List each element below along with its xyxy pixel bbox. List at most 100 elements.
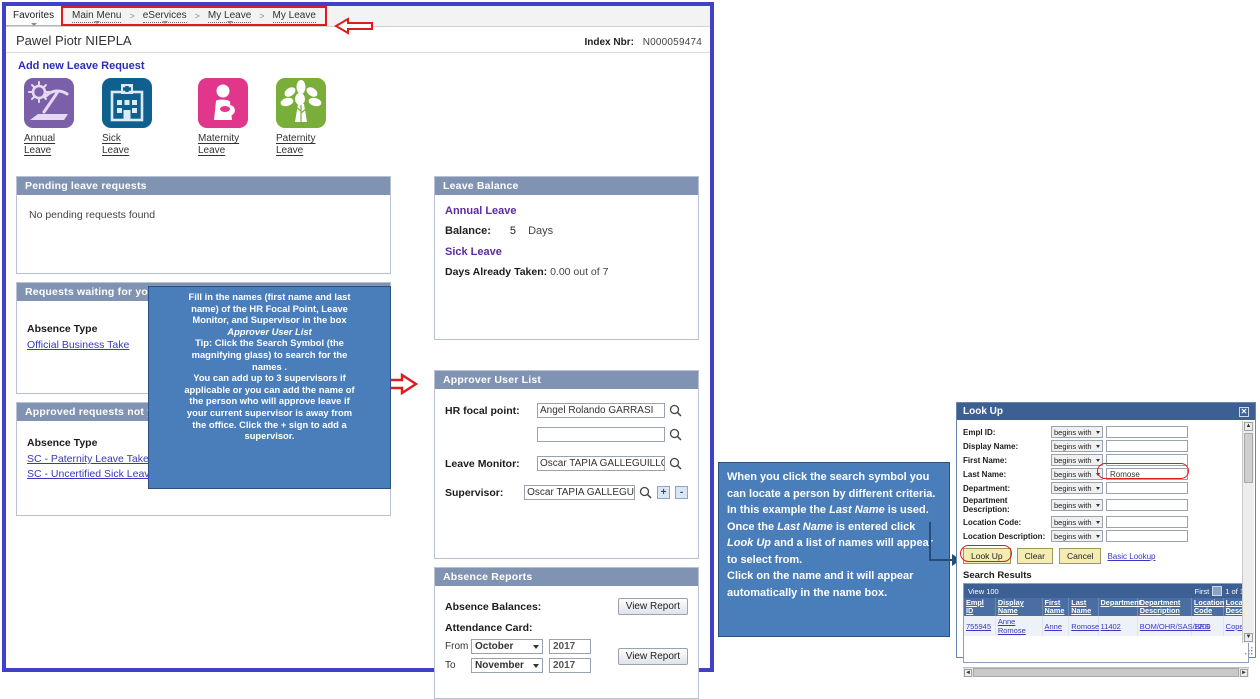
operator-select[interactable]: begins with [1051, 516, 1103, 528]
field-input[interactable] [1106, 482, 1188, 494]
scroll-left-icon[interactable]: ◄ [964, 668, 972, 677]
breadcrumb-item-my-leave-current[interactable]: My Leave [270, 10, 319, 23]
favorites-label: Favorites [13, 9, 55, 21]
first-name-link[interactable]: Anne [1045, 622, 1063, 631]
chevron-down-icon [93, 20, 100, 24]
view-report-attendance-button[interactable]: View Report [617, 647, 688, 665]
days-taken-label: Days Already Taken: [445, 266, 548, 278]
supervisor-input[interactable]: Oscar TAPIA GALLEGUILL [524, 485, 635, 500]
empl-id-link[interactable]: 755945 [966, 622, 991, 631]
field-input[interactable] [1106, 530, 1188, 542]
add-new-leave-request-title: Add new Leave Request [18, 60, 145, 72]
tile-paternity-leave[interactable]: Paternity Leave [276, 78, 354, 157]
field-input[interactable] [1106, 516, 1188, 528]
col-first-name[interactable]: First Name [1042, 598, 1070, 616]
cell-last-name[interactable]: Romose [1068, 616, 1099, 636]
callout-line-emphasis: Approver User List [227, 325, 312, 337]
tile-sick-leave[interactable]: Sick Leave [102, 78, 180, 157]
location-description-link[interactable]: Cope [1226, 622, 1244, 631]
callout-paragraph-2: Click on the name and it will appear aut… [727, 570, 914, 599]
cell-department-description[interactable]: BOM/OHR/SAS/BES [1137, 616, 1210, 636]
view-report-balances-button[interactable]: View Report [617, 598, 688, 615]
scroll-up-icon[interactable]: ▲ [1244, 422, 1253, 431]
resize-grip-icon[interactable] [1245, 647, 1254, 656]
tile-annual-leave[interactable]: Annual Leave [24, 78, 102, 157]
attendance-card-label: Attendance Card: [445, 622, 533, 634]
close-icon[interactable]: ✕ [1239, 406, 1249, 417]
cancel-button[interactable]: Cancel [1058, 548, 1102, 564]
col-location-code[interactable]: Location Code [1191, 598, 1224, 616]
callout-line: the person who will approve leave if [189, 395, 350, 407]
chevron-down-icon [1096, 458, 1100, 462]
remove-supervisor-button[interactable]: - [675, 486, 688, 499]
horizontal-scrollbar[interactable]: ◄ ► [963, 667, 1249, 677]
callout-line: applicable or you can add the name of [184, 383, 355, 395]
vscroll-thumb[interactable] [1244, 433, 1253, 483]
cell-department[interactable]: 11402 [1098, 616, 1138, 636]
breadcrumb-item-main-menu[interactable]: Main Menu [69, 10, 124, 24]
vertical-scrollbar[interactable]: ▲ ▼ [1242, 421, 1254, 643]
cell-location-code[interactable]: 1200 [1191, 616, 1224, 636]
secondary-input[interactable] [537, 427, 665, 442]
basic-lookup-link[interactable]: Basic Lookup [1107, 552, 1155, 561]
cell-first-name[interactable]: Anne [1042, 616, 1070, 636]
scroll-down-icon[interactable]: ▼ [1244, 633, 1253, 642]
chevron-down-icon [1096, 520, 1100, 524]
callout-line: the office. Click the + sign to add a [192, 418, 347, 430]
operator-select[interactable]: begins with [1051, 530, 1103, 542]
operator-select[interactable]: begins with [1051, 440, 1103, 452]
hscroll-thumb[interactable] [973, 668, 1239, 677]
display-name-link[interactable]: Anne Romose [998, 617, 1026, 635]
magnifier-icon[interactable] [669, 457, 682, 470]
callout-text-emphasis: Look Up [727, 537, 771, 549]
magnifier-icon[interactable] [639, 486, 652, 499]
add-supervisor-button[interactable]: + [657, 486, 670, 499]
tile-label-line2: Leave [24, 145, 52, 156]
leave-monitor-input[interactable]: Oscar TAPIA GALLEGUILLOS [537, 456, 665, 471]
field-input[interactable] [1106, 426, 1188, 438]
from-month-select[interactable]: October [471, 639, 543, 654]
col-display-name[interactable]: Display Name [995, 598, 1043, 616]
location-code-link[interactable]: 1200 [1194, 622, 1211, 631]
breadcrumb-item-eservices[interactable]: eServices [140, 10, 190, 24]
prev-page-icon[interactable] [1212, 586, 1223, 596]
operator-select[interactable]: begins with [1051, 482, 1103, 494]
col-department-description[interactable]: Department Description [1137, 598, 1192, 616]
scroll-right-icon[interactable]: ► [1240, 668, 1248, 677]
to-month-select[interactable]: November [471, 658, 543, 673]
table-row[interactable]: 755945 Anne Romose Anne Romose 11402 BOM… [964, 616, 1249, 636]
operator-select[interactable]: begins with [1051, 499, 1103, 511]
tile-maternity-leave[interactable]: Maternity Leave [198, 78, 276, 157]
chevron-down-icon [226, 20, 233, 24]
col-department[interactable]: Department [1098, 598, 1141, 616]
from-year-input[interactable]: 2017 [549, 639, 591, 654]
field-input[interactable] [1106, 499, 1188, 511]
attendance-to-row: To November 2017 [445, 658, 618, 673]
favorites-menu[interactable]: Favorites [6, 6, 63, 26]
callout-text: is entered click [832, 520, 916, 533]
callout-line: Tip: Click the Search Symbol (the [195, 337, 344, 349]
approver-user-list-panel: Approver User List HR focal point: Angel… [434, 370, 699, 559]
cell-display-name[interactable]: Anne Romose [995, 616, 1043, 636]
breadcrumb-item-my-leave[interactable]: My Leave [205, 10, 254, 24]
last-name-highlight [1097, 463, 1189, 479]
callout-line: name) of the HR Focal Point, Leave [191, 302, 348, 314]
to-year-input[interactable]: 2017 [549, 658, 591, 673]
chevron-down-icon [1096, 430, 1100, 434]
field-input[interactable] [1106, 440, 1188, 452]
col-empl-id[interactable]: Empl ID [964, 598, 996, 616]
clear-button[interactable]: Clear [1016, 548, 1053, 564]
operator-select[interactable]: begins with [1051, 426, 1103, 438]
index-value: N000059474 [642, 37, 702, 48]
search-results-container: View 100 First 1 of 1 Empl ID Display Na… [963, 583, 1249, 663]
magnifier-icon[interactable] [669, 428, 682, 441]
operator-select[interactable]: begins with [1051, 454, 1103, 466]
department-link[interactable]: 11402 [1101, 622, 1121, 631]
balance-label: Balance: [445, 225, 491, 237]
last-name-link[interactable]: Romose [1071, 622, 1099, 631]
operator-select[interactable]: begins with [1051, 468, 1103, 480]
cell-empl-id[interactable]: 755945 [964, 616, 996, 636]
col-last-name[interactable]: Last Name [1068, 598, 1099, 616]
hr-focal-point-input[interactable]: Angel Rolando GARRASI [537, 403, 665, 418]
magnifier-icon[interactable] [669, 404, 682, 417]
